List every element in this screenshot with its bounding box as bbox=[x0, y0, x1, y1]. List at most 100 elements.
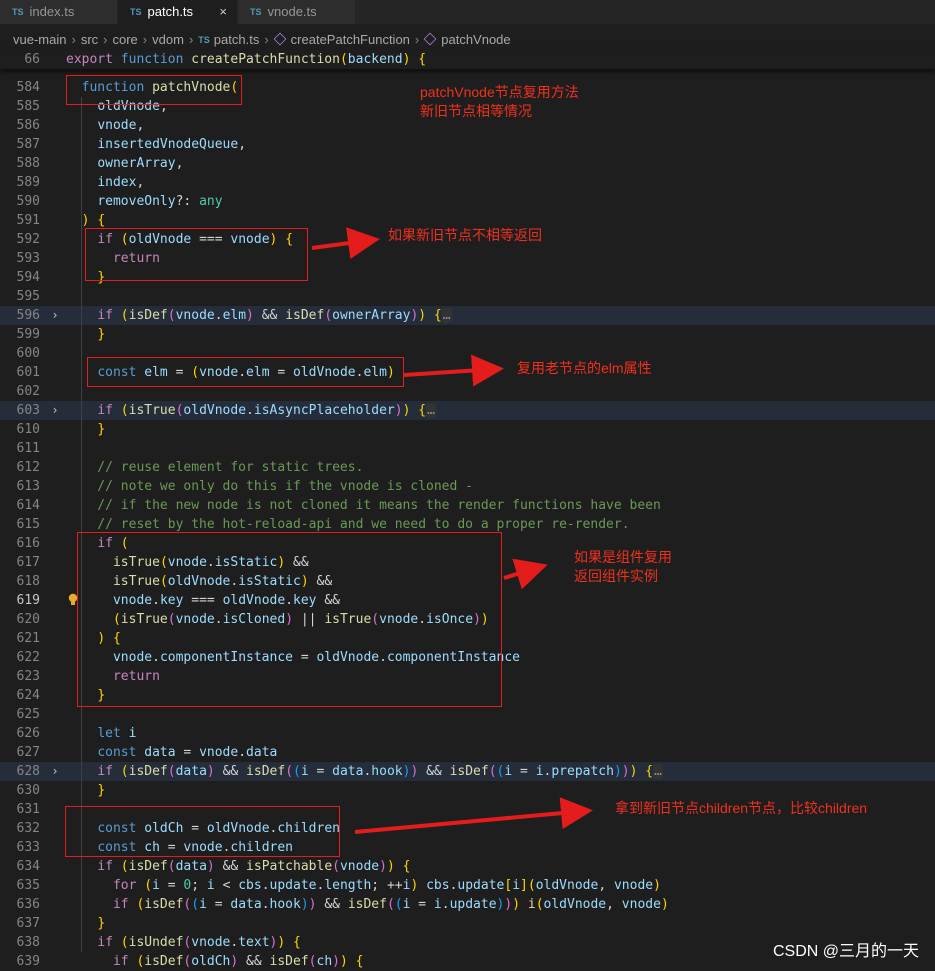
code-line[interactable]: 588 ownerArray, bbox=[0, 154, 935, 173]
code-line[interactable]: 601 const elm = (vnode.elm = oldVnode.el… bbox=[0, 363, 935, 382]
code-line[interactable]: 600 bbox=[0, 344, 935, 363]
fold-chevron-icon[interactable]: › bbox=[48, 762, 62, 781]
code-text: } bbox=[97, 270, 106, 285]
tab-bar: TS index.ts TS patch.ts × TS vnode.ts bbox=[0, 0, 935, 24]
code-line[interactable]: 616 if ( bbox=[0, 534, 935, 553]
breadcrumb-item[interactable]: vdom bbox=[152, 32, 184, 47]
chevron-right-icon: › bbox=[71, 32, 76, 47]
code-line[interactable]: 623 return bbox=[0, 667, 935, 686]
code-text: let i bbox=[97, 726, 137, 741]
fold-chevron-icon[interactable]: › bbox=[48, 401, 62, 420]
code-text: index, bbox=[97, 175, 145, 190]
code-line[interactable]: 621 ) { bbox=[0, 629, 935, 648]
line-number: 615 bbox=[16, 517, 40, 532]
typescript-icon: TS bbox=[198, 35, 210, 45]
code-line[interactable]: 620 (isTrue(vnode.isCloned) || isTrue(vn… bbox=[0, 610, 935, 629]
chevron-right-icon: › bbox=[414, 32, 420, 47]
function-symbol-icon bbox=[423, 32, 437, 46]
code-line[interactable]: 612 // reuse element for static trees. bbox=[0, 458, 935, 477]
code-text: function patchVnode( bbox=[81, 80, 239, 95]
code-line[interactable]: 602 bbox=[0, 382, 935, 401]
code-text: removeOnly?: any bbox=[97, 194, 223, 209]
code-line[interactable]: 589 index, bbox=[0, 173, 935, 192]
line-number: 585 bbox=[16, 99, 40, 114]
lightbulb-icon[interactable] bbox=[68, 593, 78, 607]
code-text: if (isDef(data) && isPatchable(vnode)) { bbox=[97, 859, 411, 874]
code-line[interactable]: 625 bbox=[0, 705, 935, 724]
code-line[interactable]: 628 › if (isDef(data) && isDef((i = data.… bbox=[0, 762, 935, 781]
code-line[interactable]: 627 const data = vnode.data bbox=[0, 743, 935, 762]
code-line[interactable]: 590 removeOnly?: any bbox=[0, 192, 935, 211]
code-line[interactable]: 617 isTrue(vnode.isStatic) && bbox=[0, 553, 935, 572]
code-line[interactable]: 632 const oldCh = oldVnode.children bbox=[0, 819, 935, 838]
code-text: isTrue(vnode.isStatic) && bbox=[112, 555, 309, 570]
code-line[interactable]: 633 const ch = vnode.children bbox=[0, 838, 935, 857]
code-line[interactable]: 593 return bbox=[0, 249, 935, 268]
sticky-scroll-line[interactable]: 66 export function createPatchFunction(b… bbox=[0, 50, 935, 69]
code-line[interactable]: 610 } bbox=[0, 420, 935, 439]
breadcrumb-item[interactable]: src bbox=[81, 32, 98, 47]
tab-label: vnode.ts bbox=[267, 4, 317, 19]
line-number: 600 bbox=[16, 346, 40, 361]
close-icon[interactable]: × bbox=[219, 0, 227, 24]
fold-chevron-icon[interactable]: › bbox=[48, 306, 62, 325]
code-line[interactable]: 603 › if (isTrue(oldVnode.isAsyncPlacehol… bbox=[0, 401, 935, 420]
annotation-text: 如果是组件复用 bbox=[574, 549, 672, 565]
line-number: 626 bbox=[16, 726, 40, 741]
line-number: 595 bbox=[16, 289, 40, 304]
line-number: 617 bbox=[16, 555, 40, 570]
code-line[interactable]: 636 if (isDef((i = data.hook)) && isDef(… bbox=[0, 895, 935, 914]
annotation-text: 复用老节点的elm属性 bbox=[517, 360, 652, 376]
tab-vnode-ts[interactable]: TS vnode.ts bbox=[238, 0, 356, 24]
line-number: 639 bbox=[16, 954, 40, 969]
code-line[interactable]: 624 } bbox=[0, 686, 935, 705]
breadcrumb-item[interactable]: vue-main bbox=[13, 32, 66, 47]
code-line[interactable]: 615 // reset by the hot-reload-api and w… bbox=[0, 515, 935, 534]
typescript-icon: TS bbox=[250, 7, 262, 17]
code-line[interactable]: 587 insertedVnodeQueue, bbox=[0, 135, 935, 154]
code-text: if (isDef(oldCh) && isDef(ch)) { bbox=[112, 954, 364, 969]
line-number: 603 bbox=[16, 403, 40, 418]
code-text: if (oldVnode === vnode) { bbox=[97, 232, 294, 247]
code-line[interactable]: 637 } bbox=[0, 914, 935, 933]
code-text: const elm = (vnode.elm = oldVnode.elm) bbox=[97, 365, 395, 380]
code-line[interactable]: 626 let i bbox=[0, 724, 935, 743]
breadcrumb-file[interactable]: patch.ts bbox=[214, 32, 260, 47]
code-line[interactable]: 618 isTrue(oldVnode.isStatic) && bbox=[0, 572, 935, 591]
code-line[interactable]: 622 vnode.componentInstance = oldVnode.c… bbox=[0, 648, 935, 667]
line-number: 627 bbox=[16, 745, 40, 760]
annotation-text: 返回组件实例 bbox=[574, 568, 658, 584]
code-line[interactable]: 619 vnode.key === oldVnode.key && bbox=[0, 591, 935, 610]
line-number: 635 bbox=[16, 878, 40, 893]
code-line[interactable]: 595 bbox=[0, 287, 935, 306]
code-line[interactable]: 630 } bbox=[0, 781, 935, 800]
tab-label: patch.ts bbox=[147, 4, 194, 19]
code-line[interactable]: 596 › if (isDef(vnode.elm) && isDef(owner… bbox=[0, 306, 935, 325]
breadcrumb-symbol[interactable]: createPatchFunction bbox=[291, 32, 410, 47]
code-line[interactable]: 614 // if the new node is not cloned it … bbox=[0, 496, 935, 515]
chevron-right-icon: › bbox=[142, 32, 148, 47]
code-editor[interactable]: 66 export function createPatchFunction(b… bbox=[0, 50, 935, 969]
breadcrumb-symbol[interactable]: patchVnode bbox=[441, 32, 510, 47]
breadcrumb-item[interactable]: core bbox=[113, 32, 138, 47]
code-line[interactable]: 599 } bbox=[0, 325, 935, 344]
code-line[interactable]: 635 for (i = 0; i < cbs.update.length; +… bbox=[0, 876, 935, 895]
tab-index-ts[interactable]: TS index.ts bbox=[0, 0, 118, 24]
line-number: 619 bbox=[16, 593, 40, 608]
annotation-text: 新旧节点相等情况 bbox=[420, 103, 532, 119]
code-line[interactable]: 613 // note we only do this if the vnode… bbox=[0, 477, 935, 496]
line-number: 588 bbox=[16, 156, 40, 171]
code-text: isTrue(oldVnode.isStatic) && bbox=[112, 574, 333, 589]
code-text: } bbox=[97, 688, 106, 703]
code-line[interactable]: 594 } bbox=[0, 268, 935, 287]
line-number: 616 bbox=[16, 536, 40, 551]
line-number: 602 bbox=[16, 384, 40, 399]
line-number: 631 bbox=[16, 802, 40, 817]
code-line[interactable]: 634 if (isDef(data) && isPatchable(vnode… bbox=[0, 857, 935, 876]
typescript-icon: TS bbox=[130, 7, 142, 17]
code-line[interactable]: 611 bbox=[0, 439, 935, 458]
line-number: 637 bbox=[16, 916, 40, 931]
line-number: 632 bbox=[16, 821, 40, 836]
breadcrumb: vue-main › src › core › vdom › TS patch.ts › create… bbox=[0, 30, 935, 50]
tab-patch-ts[interactable]: TS patch.ts × bbox=[118, 0, 238, 24]
